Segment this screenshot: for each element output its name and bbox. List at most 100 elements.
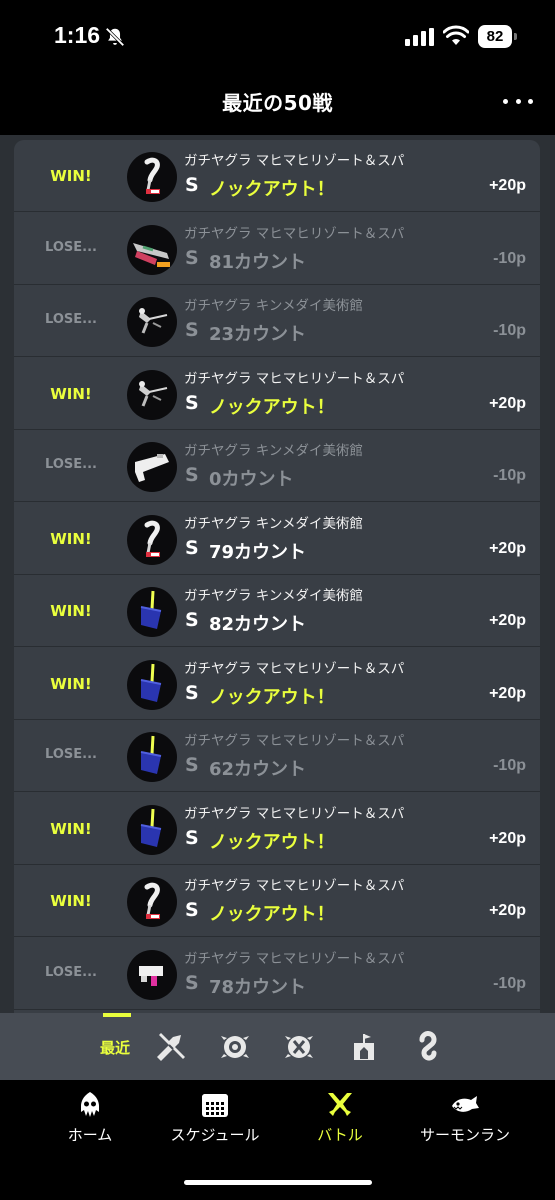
battle-result: WIN! (50, 529, 92, 548)
battle-points: -10p (493, 757, 526, 774)
battle-points: +20p (489, 394, 526, 412)
battle-result: WIN! (50, 602, 92, 620)
battle-points: +20p (489, 902, 526, 919)
brush-weapon-icon (127, 877, 177, 927)
nav-label-home: ホーム (67, 1126, 113, 1144)
more-dot-icon (503, 98, 508, 104)
battle-result: WIN! (50, 167, 92, 185)
filter-active-indicator (103, 1013, 131, 1017)
battle-rank: S (185, 246, 199, 269)
brush-weapon-icon (127, 152, 177, 202)
battle-row[interactable]: WIN! ガチヤグラ マヒマヒリゾート＆スパ S ノックアウト！ +20p (14, 140, 540, 212)
page-title: 最近の50戦 (222, 91, 333, 115)
battle-filter-bar: 最近 (0, 1013, 555, 1080)
battle-points: +20p (489, 829, 526, 847)
regular-battle-icon[interactable] (155, 1031, 187, 1063)
battle-list-area[interactable]: WIN! ガチヤグラ マヒマヒリゾート＆スパ S ノックアウト！ +20p LOSE...… (0, 135, 555, 1013)
battle-points: -10p (493, 974, 526, 992)
battle-points: +20p (489, 684, 526, 702)
calendar-icon (202, 1094, 228, 1117)
battle-row[interactable]: LOSE... ガチヤグラ キンメダイ美術館 S 23カウント -10p (14, 285, 540, 357)
battle-stage: ガチヤグラ マヒマヒリゾート＆スパ (184, 225, 405, 242)
more-dot-icon (515, 98, 521, 104)
nav-label-battle: バトル (317, 1126, 363, 1144)
battle-points: +20p (489, 177, 526, 194)
nav-home[interactable]: ホーム (55, 1090, 125, 1145)
battle-rank: S (185, 681, 199, 704)
battle-row[interactable]: WIN! ガチヤグラ キンメダイ美術館 S 79カウント +20p (14, 503, 540, 575)
battle-row[interactable]: LOSE... ガチヤグラ キンメダイ美術館 S 0カウント -10p (14, 430, 540, 502)
battle-rank: S (185, 464, 199, 486)
battle-stage: ガチヤグラ マヒマヒリゾート＆スパ (184, 805, 405, 822)
battle-result: WIN! (50, 819, 92, 838)
splatling-weapon-icon (127, 224, 177, 275)
battle-stage: ガチヤグラ マヒマヒリゾート＆スパ (184, 153, 405, 169)
battle-points: +20p (489, 539, 526, 557)
salmon-icon (452, 1096, 479, 1112)
battery-cap (514, 33, 517, 40)
battle-stage: ガチヤグラ マヒマヒリゾート＆スパ (184, 370, 405, 387)
squid-icon (81, 1092, 99, 1117)
nav-battle[interactable]: バトル (305, 1090, 375, 1145)
battle-stage: ガチヤグラ キンメダイ美術館 (184, 298, 363, 314)
bucket-weapon-icon (127, 804, 177, 855)
battle-row[interactable]: WIN! ガチヤグラ マヒマヒリゾート＆スパ S ノックアウト！ +20p (14, 648, 540, 720)
battle-score: ノックアウト！ (209, 686, 335, 708)
private-battle-icon[interactable] (412, 1031, 444, 1063)
home-indicator (184, 1180, 372, 1185)
bell-off-icon (105, 27, 125, 47)
bucket-weapon-icon (127, 659, 177, 710)
header-bar: 最近の50戦 (0, 75, 555, 135)
battle-stage: ガチヤグラ キンメダイ美術館 (184, 443, 363, 459)
battle-stage: ガチヤグラ キンメダイ美術館 (184, 588, 363, 604)
filter-tab-recent[interactable]: 最近 (100, 1037, 130, 1058)
more-options-button[interactable] (503, 89, 533, 113)
battle-row[interactable]: WIN! ガチヤグラ キンメダイ美術館 S 82カウント +20p (14, 575, 540, 647)
battle-row[interactable]: WIN! ガチヤグラ マヒマヒリゾート＆スパ S ノックアウト！ +20p (14, 865, 540, 937)
battle-score: 82カウント (209, 614, 307, 635)
nav-schedule[interactable]: スケジュール (160, 1090, 270, 1145)
charger-weapon-icon (127, 369, 177, 420)
event-match-icon[interactable] (348, 1031, 380, 1063)
battle-rank: S (185, 754, 199, 776)
battle-result: LOSE... (45, 964, 97, 980)
battle-score: ノックアウト！ (209, 904, 335, 925)
wifi-icon (443, 25, 469, 45)
battle-points: -10p (493, 322, 526, 339)
battle-rank: S (185, 391, 199, 414)
status-bar: 1:16 82 (0, 0, 555, 75)
battle-score: ノックアウト！ (209, 831, 335, 853)
battle-score: 0カウント (209, 469, 294, 490)
battle-row[interactable]: LOSE... ガチヤグラ マヒマヒリゾート＆スパ S 78カウント -10p (14, 938, 540, 1010)
battle-list: WIN! ガチヤグラ マヒマヒリゾート＆スパ S ノックアウト！ +20p LOSE...… (14, 140, 540, 1013)
battle-result: WIN! (50, 384, 92, 403)
battle-score: ノックアウト！ (209, 396, 335, 418)
battle-row[interactable]: LOSE... ガチヤグラ マヒマヒリゾート＆スパ S 62カウント -10p (14, 720, 540, 792)
x-battle-icon[interactable] (283, 1031, 315, 1063)
battle-rank: S (185, 826, 199, 849)
battle-row[interactable]: WIN! ガチヤグラ マヒマヒリゾート＆スパ S ノックアウト！ +20p (14, 358, 540, 430)
nav-salmon-run[interactable]: サーモンラン (410, 1090, 520, 1145)
battle-score: 81カウント (209, 251, 307, 273)
bucket-weapon-icon (127, 732, 177, 782)
battle-row[interactable]: WIN! ガチヤグラ マヒマヒリゾート＆スパ S ノックアウト！ +20p (14, 793, 540, 865)
battle-points: +20p (489, 612, 526, 629)
battle-stage: ガチヤグラ マヒマヒリゾート＆スパ (184, 660, 405, 677)
battle-score: 78カウント (209, 976, 307, 998)
battle-result: LOSE... (45, 239, 97, 255)
battle-row[interactable]: LOSE... ガチヤグラ マヒマヒリゾート＆スパ S 81カウント -10p (14, 213, 540, 285)
battle-stage: ガチヤグラ キンメダイ美術館 (184, 515, 363, 532)
battle-result: LOSE... (45, 312, 97, 327)
battle-score: 23カウント (209, 324, 307, 345)
battery-indicator: 82 (478, 25, 518, 48)
battle-rank: S (185, 609, 199, 631)
battle-result: WIN! (50, 892, 92, 910)
battle-points: -10p (493, 467, 526, 484)
battle-rank: S (185, 536, 199, 559)
anarchy-battle-icon[interactable] (219, 1031, 251, 1063)
pink-shooter-weapon-icon (127, 949, 177, 1000)
battle-result: LOSE... (45, 457, 97, 472)
brush-weapon-icon (127, 514, 177, 565)
battle-score: 79カウント (209, 541, 307, 563)
blaster-weapon-icon (127, 442, 177, 492)
